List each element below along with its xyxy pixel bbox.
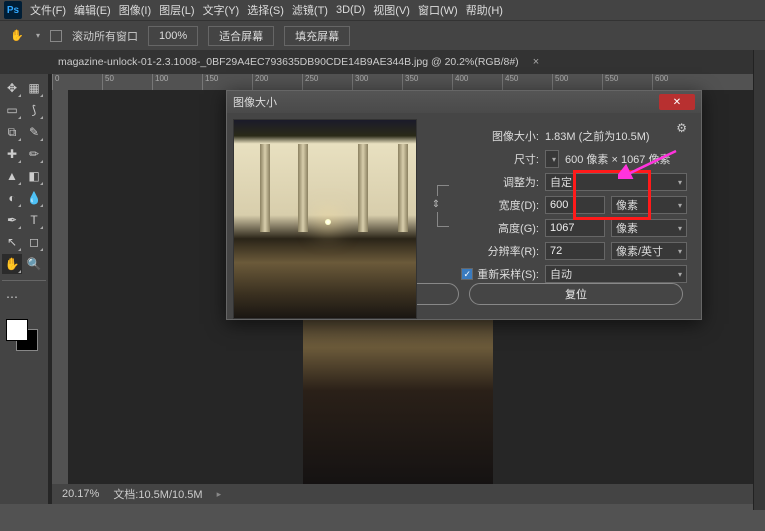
document-tab-bar: magazine-unlock-01-2.3.1008-_0BF29A4EC79… xyxy=(0,50,765,74)
gear-icon[interactable]: ⚙ xyxy=(676,121,687,135)
shape-tool[interactable]: ◻ xyxy=(24,232,44,252)
eyedropper-tool[interactable]: ✎ xyxy=(24,122,44,142)
fill-screen-button[interactable]: 填充屏幕 xyxy=(284,26,350,46)
menu-layer[interactable]: 图层(L) xyxy=(159,2,194,18)
tool-preset-dropdown[interactable]: ▾ xyxy=(36,31,40,40)
constrain-proportions-icon[interactable]: ⇕ xyxy=(429,196,443,212)
brush-tool[interactable]: ✏ xyxy=(24,144,44,164)
menubar: Ps 文件(F) 编辑(E) 图像(I) 图层(L) 文字(Y) 选择(S) 滤… xyxy=(0,0,765,20)
menu-window[interactable]: 窗口(W) xyxy=(418,2,458,18)
dialog-title: 图像大小 xyxy=(233,94,277,110)
options-bar: ✋ ▾ 滚动所有窗口 100% 适合屏幕 填充屏幕 xyxy=(0,20,765,50)
marquee-tool[interactable]: ▭ xyxy=(2,100,22,120)
status-doc-size[interactable]: 文档:10.5M/10.5M xyxy=(113,486,202,502)
eraser-tool[interactable]: ◧ xyxy=(24,166,44,186)
menu-edit[interactable]: 编辑(E) xyxy=(74,2,111,18)
resample-label: 重新采样(S): xyxy=(477,266,539,282)
width-input[interactable] xyxy=(545,196,605,214)
tools-panel: ✥ ▦ ▭ ⟆ ⧉ ✎ ✚ ✏ ▲ ◧ ◐ 💧 ✒ T ↖ ◻ ✋ 🔍 ⋯ xyxy=(0,74,48,504)
move-tool[interactable]: ✥ xyxy=(2,78,22,98)
edit-toolbar[interactable]: ⋯ xyxy=(2,287,22,307)
blur-tool[interactable]: 💧 xyxy=(24,188,44,208)
artboard-tool[interactable]: ▦ xyxy=(24,78,44,98)
dimensions-unit-dropdown[interactable]: ▾ xyxy=(545,150,559,168)
resample-select[interactable]: 自动▾ xyxy=(545,265,687,283)
dimensions-value: 600 像素 × 1067 像素 xyxy=(565,151,670,167)
hand-tool[interactable]: ✋ xyxy=(2,254,22,274)
scroll-all-label: 滚动所有窗口 xyxy=(72,28,138,44)
pen-tool[interactable]: ✒ xyxy=(2,210,22,230)
dialog-titlebar[interactable]: 图像大小 ✕ xyxy=(227,91,701,113)
foreground-color[interactable] xyxy=(6,319,28,341)
type-tool[interactable]: T xyxy=(24,210,44,230)
image-preview xyxy=(233,119,417,319)
horizontal-ruler: 050100 150200250 300350400 450500550 600 xyxy=(52,74,765,90)
resample-checkbox[interactable]: ✓ xyxy=(461,268,473,280)
color-swatches[interactable] xyxy=(2,317,42,357)
path-tool[interactable]: ↖ xyxy=(2,232,22,252)
height-input[interactable] xyxy=(545,219,605,237)
menu-image[interactable]: 图像(I) xyxy=(119,2,151,18)
healing-tool[interactable]: ✚ xyxy=(2,144,22,164)
fit-screen-button[interactable]: 适合屏幕 xyxy=(208,26,274,46)
menu-3d[interactable]: 3D(D) xyxy=(336,4,365,16)
zoom-tool[interactable]: 🔍 xyxy=(24,254,44,274)
collapsed-panels[interactable] xyxy=(753,50,765,510)
fit-to-select[interactable]: 自定▾ xyxy=(545,173,687,191)
dialog-close-button[interactable]: ✕ xyxy=(659,94,695,110)
dimensions-label: 尺寸: xyxy=(427,151,545,167)
menu-select[interactable]: 选择(S) xyxy=(247,2,284,18)
menu-filter[interactable]: 滤镜(T) xyxy=(292,2,328,18)
tab-close-icon[interactable]: × xyxy=(533,56,539,68)
ps-logo: Ps xyxy=(4,1,22,19)
document-tab[interactable]: magazine-unlock-01-2.3.1008-_0BF29A4EC79… xyxy=(58,56,519,68)
image-size-value: 1.83M (之前为10.5M) xyxy=(545,128,650,144)
status-bar: 20.17% 文档:10.5M/10.5M ▸ xyxy=(52,484,765,504)
resolution-label: 分辨率(R): xyxy=(427,243,545,259)
image-size-label: 图像大小: xyxy=(427,128,545,144)
scroll-all-checkbox[interactable] xyxy=(50,30,62,42)
stamp-tool[interactable]: ▲ xyxy=(2,166,22,186)
menu-view[interactable]: 视图(V) xyxy=(373,2,410,18)
hand-tool-icon: ✋ xyxy=(8,27,26,45)
resolution-unit-select[interactable]: 像素/英寸▾ xyxy=(611,242,687,260)
image-size-dialog: 图像大小 ✕ ⚙ 图像大小: 1.83M (之前为10.5M) 尺寸: ▾ 60… xyxy=(226,90,702,320)
menu-help[interactable]: 帮助(H) xyxy=(466,2,503,18)
status-zoom[interactable]: 20.17% xyxy=(62,488,99,500)
resolution-input[interactable] xyxy=(545,242,605,260)
width-unit-select[interactable]: 像素▾ xyxy=(611,196,687,214)
menu-type[interactable]: 文字(Y) xyxy=(203,2,240,18)
height-unit-select[interactable]: 像素▾ xyxy=(611,219,687,237)
menu-file[interactable]: 文件(F) xyxy=(30,2,66,18)
gradient-tool[interactable]: ◐ xyxy=(2,188,22,208)
zoom-100-button[interactable]: 100% xyxy=(148,26,198,46)
status-flyout-icon[interactable]: ▸ xyxy=(217,489,222,500)
lasso-tool[interactable]: ⟆ xyxy=(24,100,44,120)
crop-tool[interactable]: ⧉ xyxy=(2,122,22,142)
vertical-ruler xyxy=(52,90,68,504)
reset-button[interactable]: 复位 xyxy=(469,283,683,305)
